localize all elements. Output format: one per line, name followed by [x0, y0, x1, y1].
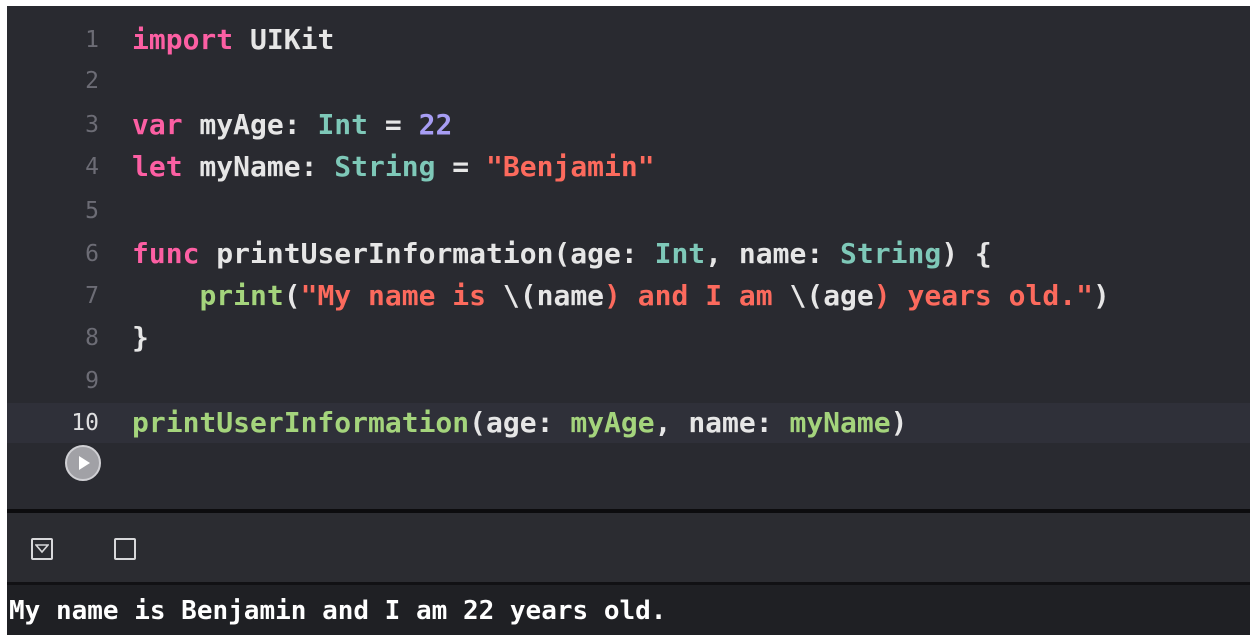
code-token-type: Int	[654, 237, 706, 270]
code-token-plain: (	[283, 279, 301, 312]
code-token-string: "Benjamin"	[486, 150, 655, 183]
code-text[interactable]: let myName: String = "Benjamin"	[132, 147, 655, 187]
code-text[interactable]: print("My name is \(name) and I am \(age…	[132, 276, 1110, 316]
code-token-func: printUserInformation	[132, 406, 470, 439]
code-token-plain: myAge:	[182, 108, 318, 141]
line-number[interactable]: 3	[47, 105, 99, 145]
line-number[interactable]: 10	[47, 403, 99, 443]
line-number[interactable]: 5	[47, 191, 99, 231]
code-token-type: Int	[317, 108, 369, 141]
code-line[interactable]: 2	[7, 61, 1250, 101]
code-line[interactable]: 9	[7, 361, 1250, 401]
code-line[interactable]: 6 func printUserInformation(age: Int, nam…	[7, 234, 1250, 274]
debug-toolbar	[7, 513, 1250, 582]
hide-debug-area-button[interactable]	[31, 538, 53, 560]
line-number[interactable]: 2	[47, 61, 99, 101]
code-token-plain: )	[1092, 279, 1110, 312]
code-token-plain: , name:	[654, 406, 790, 439]
code-token-keyword: func	[132, 237, 200, 270]
line-number[interactable]: 1	[47, 20, 99, 60]
code-line[interactable]: 4 let myName: String = "Benjamin"	[7, 147, 1250, 187]
playground-window: 1 import UIKit 2 3 var myAge: Int = 22 4 let m…	[7, 6, 1250, 635]
code-text[interactable]: import UIKit	[132, 20, 334, 60]
code-token-plain: \(age	[789, 279, 874, 312]
code-text[interactable]: func printUserInformation(age: Int, name…	[132, 234, 992, 274]
code-line[interactable]: 7 print("My name is \(name) and I am \(a…	[7, 276, 1250, 316]
line-number[interactable]: 7	[47, 276, 99, 316]
code-line[interactable]: 10 printUserInformation(age: myAge, name:…	[7, 403, 1250, 443]
code-token-string: ) years old."	[873, 279, 1093, 312]
code-token-type: String	[334, 150, 436, 183]
code-token-plain: ) {	[941, 237, 992, 270]
code-token-plain: myName:	[182, 150, 335, 183]
code-token-type: String	[840, 237, 942, 270]
code-token-plain: =	[368, 108, 419, 141]
console-output: My name is Benjamin and I am 22 years ol…	[9, 596, 667, 626]
code-token-keyword: import	[132, 23, 234, 56]
code-token-string: "My name is	[300, 279, 503, 312]
code-editor[interactable]: 1 import UIKit 2 3 var myAge: Int = 22 4 let m…	[7, 6, 1250, 509]
code-text[interactable]: }	[132, 318, 149, 358]
code-line[interactable]: 1 import UIKit	[7, 20, 1250, 60]
code-line[interactable]: 5	[7, 191, 1250, 231]
code-token-number: 22	[418, 108, 453, 141]
code-token-string: ) and I am	[604, 279, 790, 312]
code-token-keyword: let	[132, 150, 183, 183]
hide-debug-area-icon	[35, 544, 49, 554]
code-line[interactable]: 3 var myAge: Int = 22	[7, 105, 1250, 145]
console-area[interactable]: My name is Benjamin and I am 22 years ol…	[7, 585, 1250, 635]
line-number[interactable]: 6	[47, 234, 99, 274]
code-token-plain: }	[132, 321, 149, 354]
line-number[interactable]: 8	[47, 318, 99, 358]
code-token-plain: (age:	[469, 406, 571, 439]
line-number[interactable]: 4	[47, 147, 99, 187]
play-icon	[79, 456, 90, 470]
line-number[interactable]: 9	[47, 361, 99, 401]
clear-console-button[interactable]	[114, 538, 136, 560]
code-token-plain: UIKit	[233, 23, 335, 56]
code-token-func: myAge	[570, 406, 655, 439]
code-token-func: print	[199, 279, 284, 312]
code-token-plain: \(name	[502, 279, 605, 312]
code-token-plain: =	[435, 150, 487, 183]
code-token-keyword: var	[132, 108, 183, 141]
code-token-func: myName	[789, 406, 891, 439]
run-playground-button[interactable]	[65, 445, 101, 481]
clear-console-icon	[118, 542, 132, 556]
code-token-plain: , name:	[705, 237, 841, 270]
code-text[interactable]: var myAge: Int = 22	[132, 105, 452, 145]
code-token-plain: printUserInformation(age:	[199, 237, 655, 270]
code-text[interactable]: printUserInformation(age: myAge, name: m…	[132, 403, 907, 443]
code-line[interactable]: 8}	[7, 318, 1250, 358]
code-token-plain: )	[890, 406, 908, 439]
